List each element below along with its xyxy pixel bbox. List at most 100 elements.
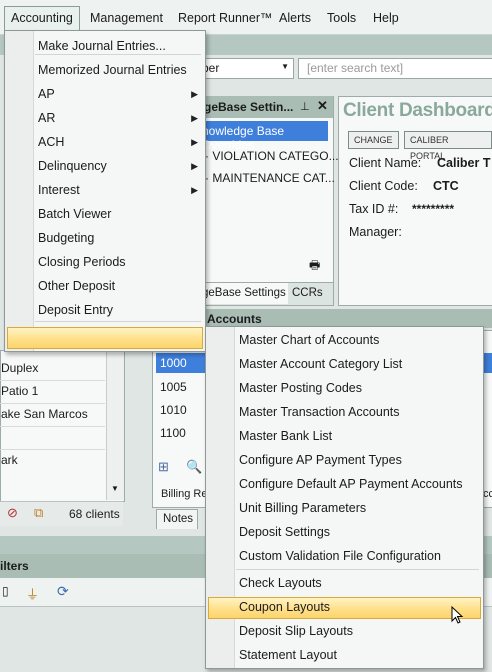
setup-menu-item[interactable]: Unit Billing Parameters (239, 497, 366, 519)
accounting-menu-item[interactable]: AP ▶ (38, 83, 198, 105)
chevron-right-icon: ▶ (191, 137, 198, 147)
list-scrollbar[interactable]: ▼ (106, 350, 124, 500)
client-row[interactable]: ake San Marcos (1, 407, 88, 421)
printer-icon[interactable]: 🖶 (309, 256, 325, 272)
account-row[interactable]: 1100 (160, 426, 186, 440)
kb-item-label: MAINTENANCE CAT... (212, 171, 335, 185)
accounting-menu-item[interactable]: Other Deposit (38, 275, 198, 297)
accounting-menu-item[interactable]: ACH ▶ (38, 131, 198, 153)
search-input[interactable]: [enter search text] (298, 58, 492, 79)
menu-management[interactable]: Management (84, 8, 169, 28)
accounts-title: Accounts (207, 312, 262, 326)
accounting-menu-item[interactable]: Interest ▶ (38, 179, 198, 201)
grid-tool-icon[interactable]: ⊞ (158, 459, 169, 475)
tab-notes[interactable]: Notes (156, 509, 198, 529)
search-icon[interactable]: 🔍 (186, 459, 202, 475)
setup-menu-item[interactable]: Master Bank List (239, 425, 332, 447)
setup-menu: Master Chart of Accounts Master Account C… (205, 326, 484, 669)
dashboard-title: Client Dashboard (343, 100, 492, 121)
menu-item-label: Deposit Entry (38, 303, 114, 317)
page-icon[interactable]: ▯ (2, 584, 9, 598)
account-row[interactable]: 1005 (160, 380, 187, 394)
kb-overrides-row[interactable]: nowledge Base Overrides (196, 121, 328, 152)
tax-id-label: Tax ID #: (349, 202, 399, 216)
change-button[interactable]: CHANGE (348, 131, 399, 149)
menu-report-runner[interactable]: Report Runner™ (172, 8, 279, 28)
chevron-right-icon: ▶ (191, 161, 198, 171)
tax-id-value: ********* (412, 202, 455, 216)
menu-alerts[interactable]: Alerts (273, 8, 317, 28)
close-icon[interactable]: ✕ (317, 98, 328, 114)
tab-kb-settings[interactable]: geBase Settings (196, 283, 288, 304)
menu-separator (35, 54, 201, 55)
setup-menu-item[interactable]: Deposit Slip Layouts (239, 620, 353, 642)
menu-item-label: Delinquency (38, 159, 107, 173)
refresh-icon[interactable]: ⟳ (57, 583, 69, 600)
tab-billing[interactable]: Billing Re (161, 488, 207, 500)
filters-label: ilters (0, 559, 29, 573)
setup-menu-item[interactable]: Master Transaction Accounts (239, 401, 400, 423)
setup-menu-item[interactable]: Configure AP Payment Types (239, 449, 402, 471)
search-placeholder: [enter search text] (307, 61, 404, 75)
pin-icon[interactable]: ⊥ (300, 100, 310, 113)
accounting-menu-item[interactable]: Batch Viewer (38, 203, 198, 225)
client-row[interactable]: ark (1, 453, 18, 467)
menu-item-label: Interest (38, 183, 80, 197)
kb-item-violation[interactable]: · VIOLATION CATEGO... (205, 149, 339, 163)
setup-menu-item[interactable]: Deposit Settings (239, 521, 330, 543)
setup-menu-item[interactable]: Configure Default AP Payment Accounts (239, 473, 463, 495)
setup-menu-item[interactable]: Check Layouts (239, 572, 322, 594)
client-row[interactable]: Patio 1 (1, 384, 38, 398)
menu-item-label: Other Deposit (38, 279, 116, 293)
tab-notes-label: Notes (163, 513, 194, 525)
account-number: 1000 (160, 356, 187, 370)
menu-item-label: AP (38, 87, 55, 101)
accounting-menu-item[interactable]: AR ▶ (38, 107, 198, 129)
menu-item-label: Budgeting (38, 231, 95, 245)
setup-menu-item[interactable]: Master Posting Codes (239, 377, 362, 399)
kb-tabs: geBase Settings CCRs (196, 282, 333, 305)
setup-menu-item[interactable]: Master Chart of Accounts (239, 329, 379, 351)
row-divider (0, 380, 105, 381)
accounting-menu: Make Journal Entries... Memorized Journal… (4, 30, 206, 352)
kb-item-maintenance[interactable]: · MAINTENANCE CAT... (205, 171, 335, 185)
client-row[interactable]: Duplex (1, 361, 38, 375)
mouse-cursor-icon (451, 606, 464, 624)
accounting-menu-item[interactable]: Memorized Journal Entries (38, 59, 198, 81)
setup-menu-item[interactable]: Statement Layout (239, 644, 337, 666)
menu-item-label: Batch Viewer (38, 207, 112, 221)
client-dashboard (338, 96, 492, 306)
client-list-footer: ⊘ ⧉ 68 clients (0, 501, 123, 526)
accounting-menu-item[interactable]: Budgeting (38, 227, 198, 249)
caliber-portal-button[interactable]: CALIBER PORTAL (404, 131, 492, 161)
account-row[interactable]: 1010 (160, 403, 187, 417)
kb-overrides-label: nowledge Base Overrides (202, 124, 285, 152)
menu-tools[interactable]: Tools (321, 8, 362, 28)
row-divider (0, 403, 105, 404)
setup-menu-item[interactable]: Custom Validation File Configuration (239, 545, 441, 567)
tab-ccrs[interactable]: CCRs (292, 287, 323, 299)
accounting-menu-item[interactable]: Delinquency ▶ (38, 155, 198, 177)
menu-accounting[interactable]: Accounting (4, 6, 80, 32)
accounting-menu-item[interactable]: Deposit Entry (38, 299, 198, 321)
chevron-right-icon: ▶ (191, 113, 198, 123)
filter-off-icon[interactable]: ⊘ (7, 505, 18, 521)
knowledge-panel-title: geBase Settin... (204, 100, 294, 114)
setup-menu-item[interactable]: Coupon Layouts (239, 596, 330, 618)
knowledge-panel-header: geBase Settin... ⊥ ✕ (196, 96, 333, 118)
menu-help[interactable]: Help (367, 8, 405, 28)
menu-item-label: Closing Periods (38, 255, 126, 269)
filter-icon[interactable]: ⏚ (26, 584, 39, 603)
tab-acc[interactable]: cc (483, 488, 492, 500)
chevron-right-icon: ▶ (191, 89, 198, 99)
chevron-down-icon[interactable]: ▼ (111, 484, 119, 493)
type-select[interactable]: ber ▼ (196, 58, 294, 79)
chevron-down-icon: ▼ (281, 62, 289, 71)
setup-menu-item[interactable]: Master Account Category List (239, 353, 402, 375)
client-code-label: Client Code: (349, 179, 418, 193)
client-name-label: Client Name: (349, 156, 422, 170)
menu-separator (35, 321, 201, 322)
accounting-menu-item[interactable]: Closing Periods (38, 251, 198, 273)
menu-gutter (5, 31, 34, 351)
hierarchy-icon[interactable]: ⧉ (34, 505, 43, 521)
